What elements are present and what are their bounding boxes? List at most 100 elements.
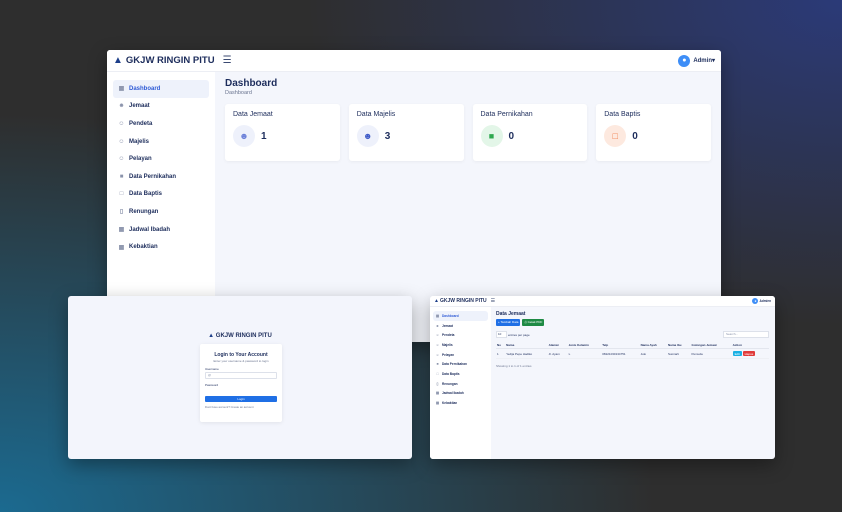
column-header[interactable]: No: [496, 341, 506, 349]
username-label: Username: [205, 367, 219, 371]
stat-card-baptis[interactable]: Data Baptis □ 0: [596, 104, 711, 161]
table-cell: 08221030134751: [601, 348, 640, 359]
sidebar-item-jadwal-ibadah[interactable]: ▦ Jadwal Ibadah: [113, 221, 209, 239]
edit-button[interactable]: Edit: [732, 351, 742, 356]
column-header[interactable]: Nama Ayah: [639, 341, 668, 349]
hamburger-menu-icon[interactable]: ☰: [223, 55, 232, 66]
print-pdf-button[interactable]: ⎙ Cetak PDF: [522, 319, 545, 326]
sidebar: ▦ Dashboard ☻ Jemaat ☺ Pendeta ☺ Majelis ☺ Pe…: [430, 307, 491, 459]
page-title: Data Jemaat: [496, 311, 526, 317]
stat-card-jemaat[interactable]: Data Jemaat ☻ 1: [225, 104, 340, 161]
chevron-down-icon: ▾: [711, 58, 715, 64]
chevron-down-icon: ▾: [769, 299, 771, 303]
sidebar-item-label: Pendeta: [129, 120, 153, 127]
folder-icon: □: [436, 371, 439, 376]
folder-icon: ■: [480, 125, 503, 147]
sidebar-item-jemaat[interactable]: ☻ Jemaat: [433, 321, 488, 331]
jemaat-table: No Nama Alamat Jenis Kelamin Telp Nama A…: [496, 341, 769, 359]
sidebar-item-label: Pelayan: [129, 156, 152, 163]
table-cell: L: [567, 348, 602, 359]
action-cell: Edit Hapus: [731, 348, 769, 359]
data-jemaat-window: ▲ GKJW RINGIN PITU ☰ ● Admin ▾ ▦ Dashboar…: [430, 296, 775, 459]
sidebar-item-kebaktian[interactable]: ▦ Kebaktian: [433, 398, 488, 408]
column-header[interactable]: Telp: [601, 341, 640, 349]
users-icon: ☻: [435, 323, 440, 328]
stat-card-pernikahan[interactable]: Data Pernikahan ■ 0: [472, 104, 588, 161]
column-header[interactable]: Alamat: [547, 341, 568, 349]
entries-per-page-select[interactable]: 10: [496, 331, 507, 338]
sidebar-item-pelayan[interactable]: ☺ Pelayan: [433, 350, 488, 360]
table-cell: Jolo: [639, 348, 668, 359]
sidebar-item-label: Jadwal Ibadah: [129, 226, 171, 233]
avatar: ●: [752, 298, 759, 304]
breadcrumb[interactable]: Dashboard: [225, 90, 711, 96]
church-logo-icon: ▲: [434, 298, 439, 304]
card-value: 0: [632, 130, 638, 142]
column-header[interactable]: Jenis Kelamin: [567, 341, 602, 349]
sidebar-item-label: Data Pernikahan: [442, 362, 467, 367]
sidebar-item-label: Pendeta: [442, 333, 455, 338]
brand[interactable]: ▲ GKJW RINGIN PITU: [113, 55, 215, 66]
sidebar-item-dashboard[interactable]: ▦ Dashboard: [113, 80, 209, 98]
user-icon: ☺: [118, 120, 125, 127]
sidebar-item-pendeta[interactable]: ☺ Pendeta: [433, 330, 488, 340]
delete-button[interactable]: Hapus: [742, 351, 756, 356]
sidebar-item-jadwal-ibadah[interactable]: ▦ Jadwal Ibadah: [433, 389, 488, 399]
sidebar-item-majelis[interactable]: ☺ Majelis: [113, 133, 209, 151]
sidebar-item-pendeta[interactable]: ☺ Pendeta: [113, 115, 209, 133]
login-window: ▲ GKJW RINGIN PITU Login to Your Account…: [68, 296, 412, 459]
sidebar-item-majelis[interactable]: ☺ Majelis: [433, 340, 488, 350]
sidebar-item-jemaat[interactable]: ☻ Jemaat: [113, 98, 209, 116]
main-content: Data Jemaat + Tambah Data ⎙ Cetak PDF 10…: [496, 311, 769, 368]
sidebar-item-label: Jemaat: [442, 323, 453, 328]
sidebar-item-data-pernikahan[interactable]: ■ Data Pernikahan: [113, 168, 209, 186]
login-button[interactable]: Login: [205, 396, 277, 402]
create-account-link[interactable]: Dont have account? Create an account: [205, 405, 277, 409]
stat-card-majelis[interactable]: Data Majelis ☻ 3: [348, 104, 464, 161]
users-icon: ☻: [118, 103, 125, 110]
column-header[interactable]: Nama: [505, 341, 548, 349]
brand[interactable]: ▲ GKJW RINGIN PITU: [434, 298, 487, 304]
users-outline-icon: ☻: [233, 125, 255, 147]
sidebar-item-label: Dashboard: [129, 85, 161, 92]
sidebar-item-label: Data Baptis: [442, 371, 460, 376]
user-icon: ☺: [435, 342, 440, 347]
print-pdf-label: Cetak PDF: [527, 320, 543, 324]
sidebar-item-renungan[interactable]: ▯ Renungan: [433, 379, 488, 389]
user-name: Admin: [693, 57, 712, 64]
sidebar-item-data-baptis[interactable]: □ Data Baptis: [433, 369, 488, 379]
card-title: Data Majelis: [356, 111, 396, 118]
sidebar-item-renungan[interactable]: ▯ Renungan: [113, 203, 209, 221]
column-header[interactable]: Golongan Jemaat: [690, 341, 732, 349]
hamburger-menu-icon[interactable]: ☰: [491, 298, 495, 304]
table-cell: 1: [496, 348, 506, 359]
church-logo-icon: ▲: [113, 55, 123, 66]
calendar-icon: ▦: [118, 244, 125, 251]
sidebar-item-label: Renungan: [442, 381, 458, 386]
username-field[interactable]: @: [205, 372, 277, 379]
search-input[interactable]: Search...: [723, 331, 769, 338]
table-cell: Jl. Ayam: [547, 348, 568, 359]
brand-name: GKJW RINGIN PITU: [215, 333, 272, 339]
calendar-icon: ▦: [118, 227, 125, 234]
column-header[interactable]: Nama Ibu: [667, 341, 691, 349]
table-header-row: No Nama Alamat Jenis Kelamin Telp Nama A…: [496, 341, 769, 349]
sidebar-item-label: Dashboard: [442, 313, 459, 318]
main-content: Dashboard Dashboard Data Jemaat ☻ 1 Data …: [225, 78, 711, 161]
sidebar-item-data-pernikahan[interactable]: ■ Data Pernikahan: [433, 359, 488, 369]
sidebar-item-label: Renungan: [129, 208, 159, 215]
sidebar-item-label: Jadwal Ibadah: [442, 391, 464, 396]
user-menu[interactable]: ● Admin ▾: [752, 298, 771, 304]
sidebar-item-pelayan[interactable]: ☺ Pelayan: [113, 150, 209, 168]
login-title: Login to Your Account: [214, 352, 268, 358]
card-title: Data Baptis: [604, 111, 641, 118]
card-title: Data Pernikahan: [480, 111, 533, 118]
sidebar-item-data-baptis[interactable]: □ Data Baptis: [113, 186, 209, 204]
sidebar-item-kebaktian[interactable]: ▦ Kebaktian: [113, 238, 209, 256]
login-subtitle: Enter your username & password to login: [213, 359, 269, 363]
page-title: Dashboard: [225, 78, 278, 89]
user-menu[interactable]: ● Admin ▾: [678, 54, 715, 67]
sidebar-item-dashboard[interactable]: ▦ Dashboard: [433, 311, 488, 321]
book-icon: ▯: [119, 209, 124, 216]
add-data-button[interactable]: + Tambah Data: [496, 319, 521, 326]
